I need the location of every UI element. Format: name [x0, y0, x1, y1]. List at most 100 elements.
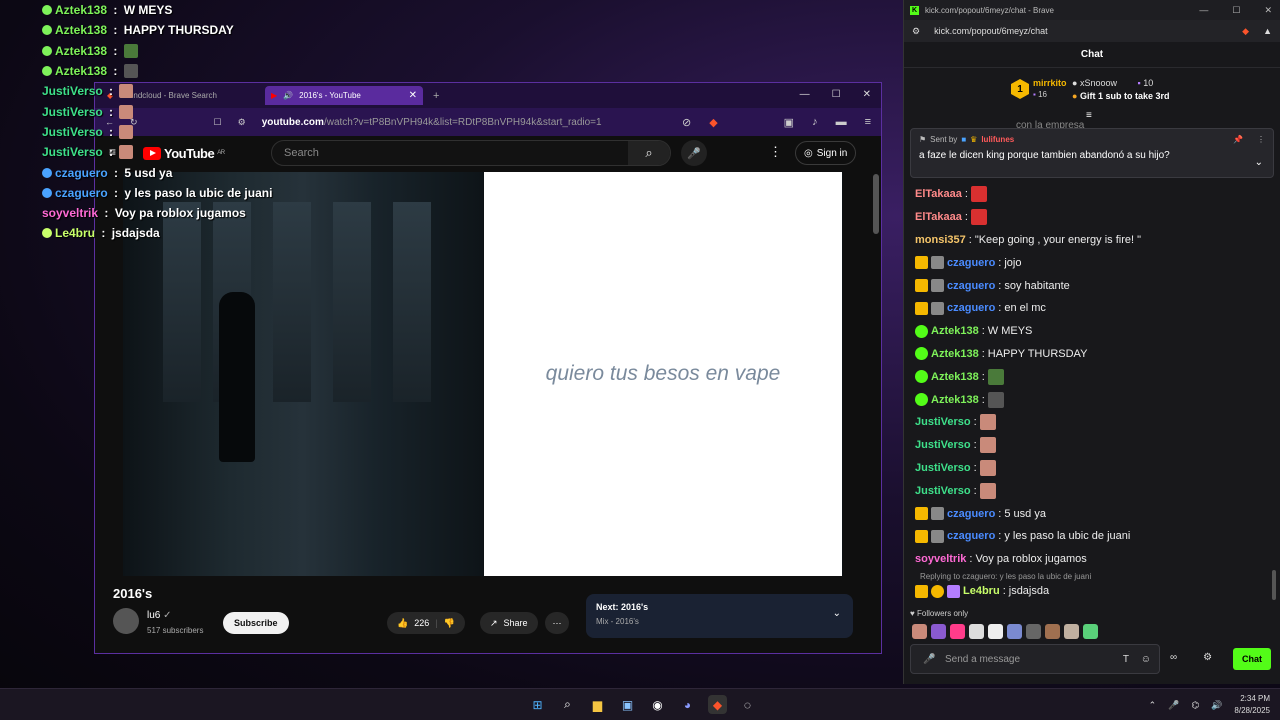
emote-icon[interactable]	[1026, 624, 1041, 639]
points-icon[interactable]: ∞	[1170, 652, 1177, 663]
pinned-sender[interactable]: lulifunes	[981, 135, 1014, 144]
more-options-icon[interactable]: ⋮	[769, 144, 782, 160]
clock[interactable]: 2:34 PM 8/28/2025	[1234, 693, 1270, 717]
more-options-icon[interactable]: ⋮	[1257, 135, 1265, 144]
music-icon[interactable]: ♪	[812, 116, 818, 129]
chat-username[interactable]: JustiVerso	[915, 462, 971, 474]
chat-message[interactable]: Aztek138: W MEYS	[915, 320, 1270, 343]
emote-icon[interactable]	[912, 624, 927, 639]
chat-message[interactable]: czaguero: jojo	[915, 251, 1270, 274]
obs-icon[interactable]: ◉	[648, 695, 667, 714]
chat-username[interactable]: ElTakaaa	[915, 188, 962, 200]
chat-message[interactable]: monsi357: "Keep going , your energy is f…	[915, 229, 1270, 252]
emote-icon[interactable]	[969, 624, 984, 639]
app-icon[interactable]: ◌	[738, 695, 757, 714]
menu-icon[interactable]: ≡	[865, 116, 871, 129]
settings-icon[interactable]: ⚙	[1203, 652, 1212, 663]
page-scrollbar[interactable]	[873, 174, 879, 234]
volume-icon[interactable]: 🔊	[1211, 700, 1222, 711]
chat-username[interactable]: Aztek138	[931, 394, 979, 406]
chat-username[interactable]: ElTakaaa	[915, 211, 962, 223]
maximize-icon[interactable]: ☐	[1232, 5, 1240, 16]
gift-cta[interactable]: Gift 1 sub to take 3rd	[1080, 91, 1170, 101]
start-icon[interactable]: ⊞	[528, 695, 547, 714]
chat-username[interactable]: Aztek138	[931, 325, 979, 337]
chat-username[interactable]: czaguero	[947, 530, 995, 542]
search-input[interactable]: Search ⌕	[271, 140, 671, 166]
emote-icon[interactable]	[950, 624, 965, 639]
chat-message[interactable]: Aztek138:	[915, 388, 1270, 411]
chevron-up-icon[interactable]: ⌃	[1149, 700, 1157, 711]
rewards-icon[interactable]: ▲	[1263, 26, 1272, 36]
chat-message[interactable]: ElTakaaa:	[915, 206, 1270, 229]
chevron-down-icon[interactable]: ⌄	[833, 608, 841, 619]
chat-username[interactable]: czaguero	[947, 280, 995, 292]
emote-icon[interactable]	[931, 624, 946, 639]
second-gifter-name[interactable]: xSnooow	[1080, 78, 1117, 88]
tracker-off-icon[interactable]: ⊘	[682, 116, 691, 129]
voice-search-icon[interactable]: 🎤	[681, 140, 707, 166]
chat-message[interactable]: Aztek138: HAPPY THURSDAY	[915, 343, 1270, 366]
share-button[interactable]: ↗ Share	[480, 612, 538, 634]
vpn-icon[interactable]: ▬	[836, 116, 847, 129]
brave-shields-icon[interactable]: ◆	[709, 116, 717, 129]
chat-message[interactable]: ElTakaaa:	[915, 183, 1270, 206]
mic-icon[interactable]: 🎤	[923, 654, 935, 665]
chat-message[interactable]: JustiVerso:	[915, 479, 1270, 502]
chat-message[interactable]: Le4bru: jsdajsda	[915, 580, 1049, 603]
chat-username[interactable]: soyveltrik	[915, 553, 966, 565]
close-window-icon[interactable]: ✕	[863, 89, 871, 100]
chat-message[interactable]: soyveltrik: Voy pa roblox jugamos	[915, 548, 1270, 571]
chat-username[interactable]: Le4bru	[963, 585, 1000, 597]
chat-message[interactable]: JustiVerso:	[915, 457, 1270, 480]
top-gifter-name[interactable]: mirrkito	[1033, 78, 1067, 89]
discord-icon[interactable]: ◕	[678, 695, 697, 714]
chat-message[interactable]: czaguero: soy habitante	[915, 274, 1270, 297]
pin-icon[interactable]: 📌	[1233, 135, 1243, 144]
channel-avatar[interactable]	[113, 608, 139, 634]
emote-icon[interactable]	[1045, 624, 1060, 639]
url-field[interactable]: kick.com/popout/6meyz/chat	[934, 26, 1048, 36]
store-icon[interactable]: ▣	[618, 695, 637, 714]
chat-message[interactable]: JustiVerso:	[915, 411, 1270, 434]
dislike-icon[interactable]: 👎	[444, 618, 455, 629]
chat-message[interactable]: JustiVerso:	[915, 434, 1270, 457]
emote-icon[interactable]	[1007, 624, 1022, 639]
like-icon[interactable]: 👍	[397, 618, 408, 629]
search-icon[interactable]: ⌕	[558, 695, 577, 714]
sidebar-icon[interactable]: ▣	[784, 116, 794, 129]
sign-in-button[interactable]: ◎ Sign in	[795, 141, 857, 165]
mic-icon[interactable]: 🎤	[1168, 700, 1179, 711]
network-icon[interactable]: ⌬	[1191, 700, 1199, 711]
maximize-icon[interactable]: ☐	[832, 89, 841, 100]
search-icon[interactable]: ⌕	[628, 141, 670, 165]
pinned-message[interactable]: ⚑ Sent by ■ ♛ lulifunes 📌 ⋮ a faze le di…	[910, 128, 1274, 178]
like-count[interactable]: 226	[414, 618, 429, 628]
chat-username[interactable]: czaguero	[947, 508, 995, 520]
minimize-icon[interactable]: —	[800, 89, 810, 100]
brave-browser-icon[interactable]: ◆	[708, 695, 727, 714]
chat-username[interactable]: JustiVerso	[915, 439, 971, 451]
emote-icon[interactable]	[1083, 624, 1098, 639]
chat-message[interactable]: czaguero: 5 usd ya	[915, 502, 1270, 525]
more-actions-button[interactable]: ⋯	[545, 612, 569, 634]
close-window-icon[interactable]: ✕	[1264, 5, 1272, 16]
chat-username[interactable]: czaguero	[947, 257, 995, 269]
emoji-icon[interactable]: ☺	[1141, 654, 1151, 665]
chat-username[interactable]: JustiVerso	[915, 416, 971, 428]
translate-icon[interactable]: T	[1123, 654, 1129, 665]
channel-name[interactable]: lu6 ✓	[147, 610, 172, 621]
chat-message[interactable]: czaguero: y les paso la ubic de juani	[915, 525, 1270, 548]
file-explorer-icon[interactable]: ▆	[588, 695, 607, 714]
filter-icon[interactable]: ≡	[1086, 110, 1092, 121]
brave-shields-icon[interactable]: ◆	[1242, 26, 1249, 37]
chat-username[interactable]: JustiVerso	[915, 485, 971, 497]
chat-send-button[interactable]: Chat	[1233, 648, 1271, 670]
minimize-icon[interactable]: —	[1199, 5, 1208, 16]
chat-username[interactable]: czaguero	[947, 302, 995, 314]
up-next-card[interactable]: Next: 2016's Mix - 2016's ⌄	[586, 594, 853, 638]
site-settings-icon[interactable]: ⚙	[912, 26, 920, 37]
emote-icon[interactable]	[1064, 624, 1079, 639]
chat-message[interactable]: Aztek138:	[915, 365, 1270, 388]
chat-username[interactable]: monsi357	[915, 234, 966, 246]
